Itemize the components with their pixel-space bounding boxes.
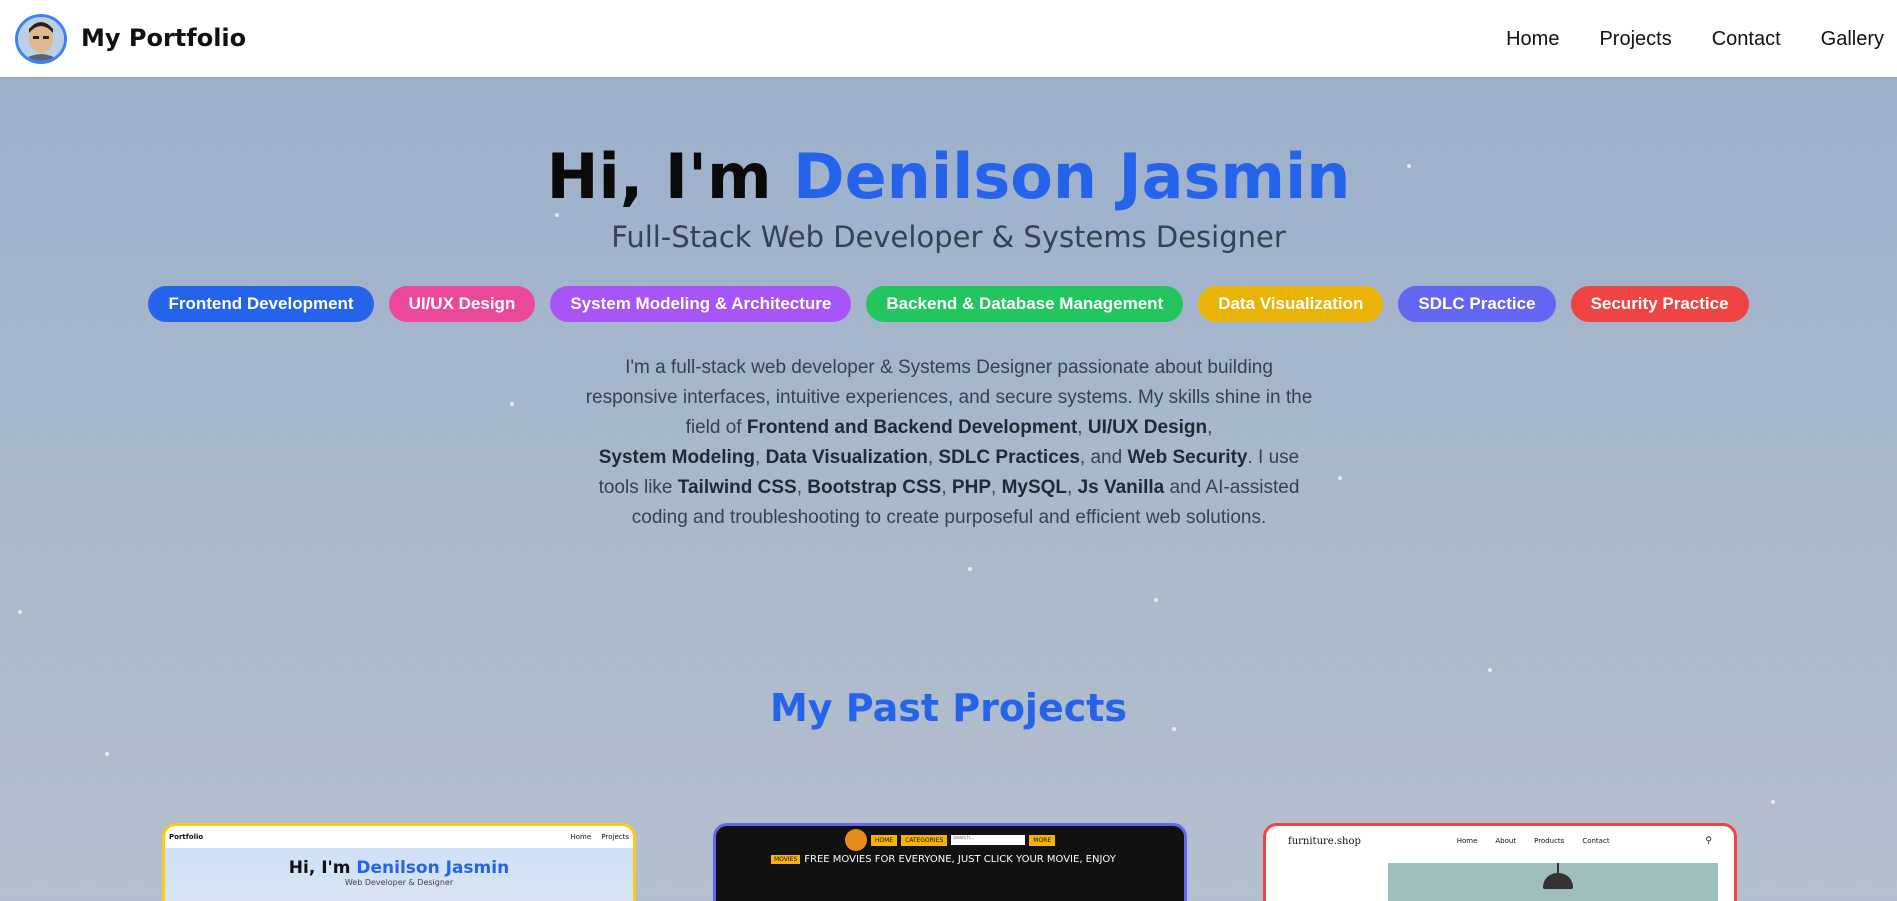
intro-text: , [941, 477, 952, 498]
card-preview-name: Denilson Jasmin [356, 858, 510, 878]
card-preview-title: Hi, I'm Denilson Jasmin [165, 858, 633, 878]
card-preview-nav: HOME CATEGORIES search... MORE [716, 826, 1184, 854]
intro-highlight: System Modeling [598, 447, 755, 468]
intro-highlight: Data Visualization [765, 447, 928, 468]
nav-gallery[interactable]: Gallery [1821, 28, 1884, 51]
intro-text: , and [1079, 447, 1128, 468]
tag-data-viz: Data Visualization [1198, 286, 1384, 322]
tag-sdlc: SDLC Practice [1398, 286, 1556, 322]
hero-title: Hi, I'm Denilson Jasmin [0, 140, 1897, 213]
project-card-movies[interactable]: HOME CATEGORIES search... MORE MOVIES FR… [713, 823, 1187, 901]
card-preview-button: HOME [870, 834, 898, 846]
skill-tags: Frontend Development UI/UX Design System… [0, 286, 1897, 322]
intro-text: , [927, 447, 939, 468]
intro-highlight: MySQL [1001, 477, 1068, 498]
card-preview-greeting: Hi, I'm [288, 858, 351, 878]
intro-highlight: UI/UX Design [1087, 417, 1208, 438]
star [555, 213, 559, 217]
lamp-icon [1543, 873, 1573, 889]
project-card-portfolio[interactable]: Portfolio Home Projects Hi, I'm Denilson… [162, 823, 636, 901]
search-icon: ⚲ [1705, 836, 1712, 846]
intro-highlight: Frontend and Backend Development [746, 417, 1078, 438]
projects-section-title: My Past Projects [769, 686, 1128, 730]
card-preview-links: Home About Products Contact [1457, 837, 1610, 845]
star [1488, 668, 1492, 672]
star [18, 610, 22, 614]
intro-highlight: Js Vanilla [1077, 477, 1165, 498]
intro-text: , [991, 477, 1002, 498]
intro-text: , [755, 447, 766, 468]
hero-subtitle: Full-Stack Web Developer & Systems Desig… [611, 220, 1286, 254]
tag-frontend: Frontend Development [148, 286, 374, 322]
card-preview-marquee: MOVIES FREE MOVIES FOR EVERYONE, JUST CL… [716, 854, 1184, 865]
lamp-cord [1557, 863, 1559, 873]
card-preview-link: Projects [601, 833, 629, 841]
card-preview-button: MORE [1029, 834, 1056, 846]
intro-text: , [1077, 417, 1088, 438]
intro-highlight: SDLC Practices [938, 447, 1080, 468]
card-preview-links: Home Projects [570, 833, 629, 841]
project-card-furniture[interactable]: furniture.shop Home About Products Conta… [1263, 823, 1737, 901]
card-preview-link: Home [570, 833, 592, 841]
intro-highlight: Bootstrap CSS [807, 477, 942, 498]
tag-uiux: UI/UX Design [388, 286, 536, 322]
intro-text: , [1207, 417, 1213, 438]
card-preview-marquee-text: FREE MOVIES FOR EVERYONE, JUST CLICK YOU… [804, 854, 1116, 865]
card-preview-link: Products [1534, 837, 1565, 845]
card-preview-image [1388, 863, 1718, 901]
card-preview-badge: MOVIES [771, 855, 801, 864]
hero-name: Denilson Jasmin [793, 140, 1351, 213]
tag-security: Security Practice [1570, 286, 1749, 322]
star [105, 752, 109, 756]
card-preview-hero: Hi, I'm Denilson Jasmin Web Developer & … [165, 848, 633, 901]
card-preview-subtitle: Web Developer & Designer [344, 878, 454, 887]
card-preview-link: Home [1456, 837, 1478, 845]
intro-paragraph: I'm a full-stack web developer & Systems… [585, 353, 1313, 533]
intro-highlight: PHP [951, 477, 991, 498]
star [968, 567, 972, 571]
tag-backend: Backend & Database Management [866, 286, 1184, 322]
intro-text: , [1067, 477, 1078, 498]
card-preview-button: CATEGORIES [901, 834, 948, 846]
star [1771, 800, 1775, 804]
movie-logo-icon [844, 829, 867, 851]
card-preview-nav: furniture.shop Home About Products Conta… [1266, 826, 1734, 856]
intro-highlight: Web Security [1127, 447, 1248, 468]
top-navbar: My Portfolio Home Projects Contact Galle… [0, 0, 1897, 78]
star [1338, 476, 1342, 480]
card-preview-link: Contact [1582, 837, 1610, 845]
card-preview-search: search... [951, 835, 1026, 845]
tag-system-modeling: System Modeling & Architecture [550, 286, 852, 322]
main-nav: Home Projects Contact Gallery [1506, 0, 1897, 78]
card-preview-brand: furniture.shop [1288, 835, 1361, 847]
intro-text: , [796, 477, 808, 498]
hero-greeting: Hi, I'm [546, 140, 772, 213]
card-preview-nav: Portfolio Home Projects [165, 826, 633, 848]
card-preview-link: About [1495, 837, 1517, 845]
nav-projects[interactable]: Projects [1599, 28, 1671, 51]
nav-home[interactable]: Home [1506, 28, 1559, 51]
card-preview-brand: Portfolio [169, 833, 204, 841]
site-brand[interactable]: My Portfolio [81, 24, 246, 52]
star [510, 402, 514, 406]
avatar[interactable] [15, 14, 67, 64]
intro-highlight: Tailwind CSS [677, 477, 797, 498]
star [1154, 598, 1158, 602]
nav-contact[interactable]: Contact [1712, 28, 1781, 51]
